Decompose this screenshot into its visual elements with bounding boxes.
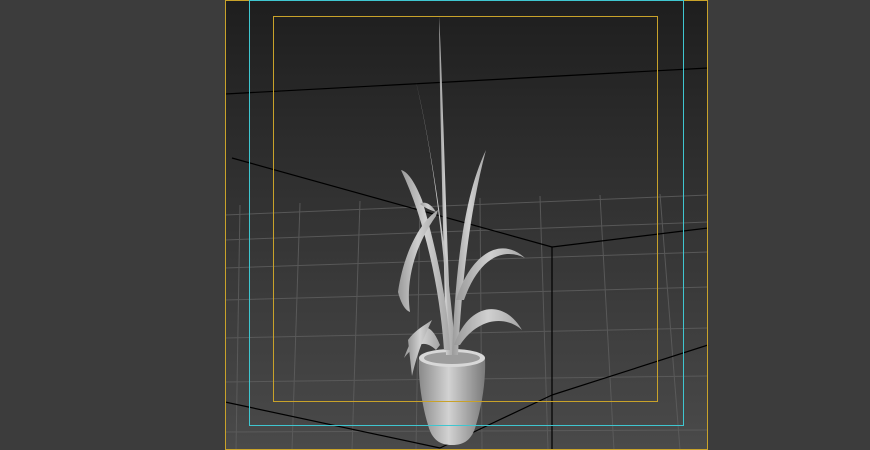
3d-viewport[interactable]: [0, 0, 870, 450]
viewport-scene: [224, 0, 709, 450]
